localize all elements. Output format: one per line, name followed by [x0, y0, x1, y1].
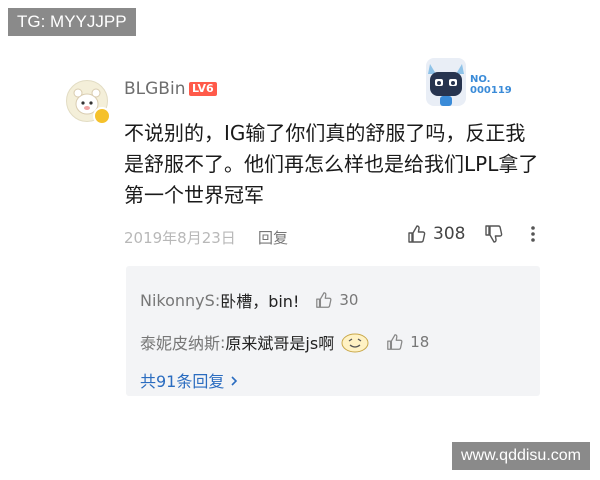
comment-text: 不说别的，IG输了你们真的舒服了吗，反正我是舒服不了。他们再怎么样也是给我们LP… — [124, 121, 539, 207]
reply-like-count: 18 — [410, 333, 430, 351]
comment-username[interactable]: BLGBin — [124, 79, 185, 99]
level-badge: LV6 — [189, 82, 217, 96]
reply-text: 卧槽，bin! — [220, 292, 300, 311]
comment-date: 2019年8月23日 — [124, 229, 236, 247]
watermark-bottom: www.qddisu.com — [451, 442, 590, 470]
reply-like-button[interactable]: 30 — [315, 291, 358, 309]
reply-like-count: 30 — [339, 291, 359, 309]
fan-card-number: NO. 000119 — [470, 74, 512, 96]
avatar[interactable] — [66, 80, 111, 125]
reply-button[interactable]: 回复 — [258, 227, 288, 248]
thumbs-up-icon — [316, 292, 332, 308]
fan-card-number-label: NO. — [470, 74, 491, 85]
dislike-button[interactable] — [484, 224, 504, 248]
reply-text: 原来斌哥是js啊 — [225, 334, 335, 353]
thumbs-down-icon — [485, 225, 503, 243]
more-vertical-icon — [531, 226, 535, 242]
reply-author[interactable]: 泰妮皮纳斯 — [140, 330, 220, 354]
more-replies-label: 共91条回复 — [140, 372, 225, 391]
replies-box: NikonnyS : 卧槽，bin! 30 泰妮皮纳斯 : 原来斌哥是js啊 1… — [126, 266, 540, 396]
reply-item[interactable]: NikonnyS : 卧槽，bin! 30 — [140, 288, 358, 312]
chevron-right-icon — [231, 376, 238, 386]
emoji-icon — [341, 333, 369, 353]
thumbs-up-icon — [387, 334, 403, 350]
avatar-badge-icon — [93, 107, 111, 125]
like-button[interactable]: 308 — [407, 224, 465, 244]
reply-like-button[interactable]: 18 — [386, 333, 429, 351]
fan-card-number-value: 000119 — [470, 85, 512, 96]
like-count: 308 — [433, 224, 466, 244]
reply-item[interactable]: 泰妮皮纳斯 : 原来斌哥是js啊 18 — [140, 330, 429, 354]
view-more-replies-link[interactable]: 共91条回复 — [140, 368, 239, 392]
reply-author[interactable]: NikonnyS — [140, 291, 215, 310]
watermark-top: TG: MYYJJPP — [8, 8, 136, 36]
thumbs-up-icon — [408, 225, 426, 243]
more-options-button[interactable] — [528, 224, 538, 248]
